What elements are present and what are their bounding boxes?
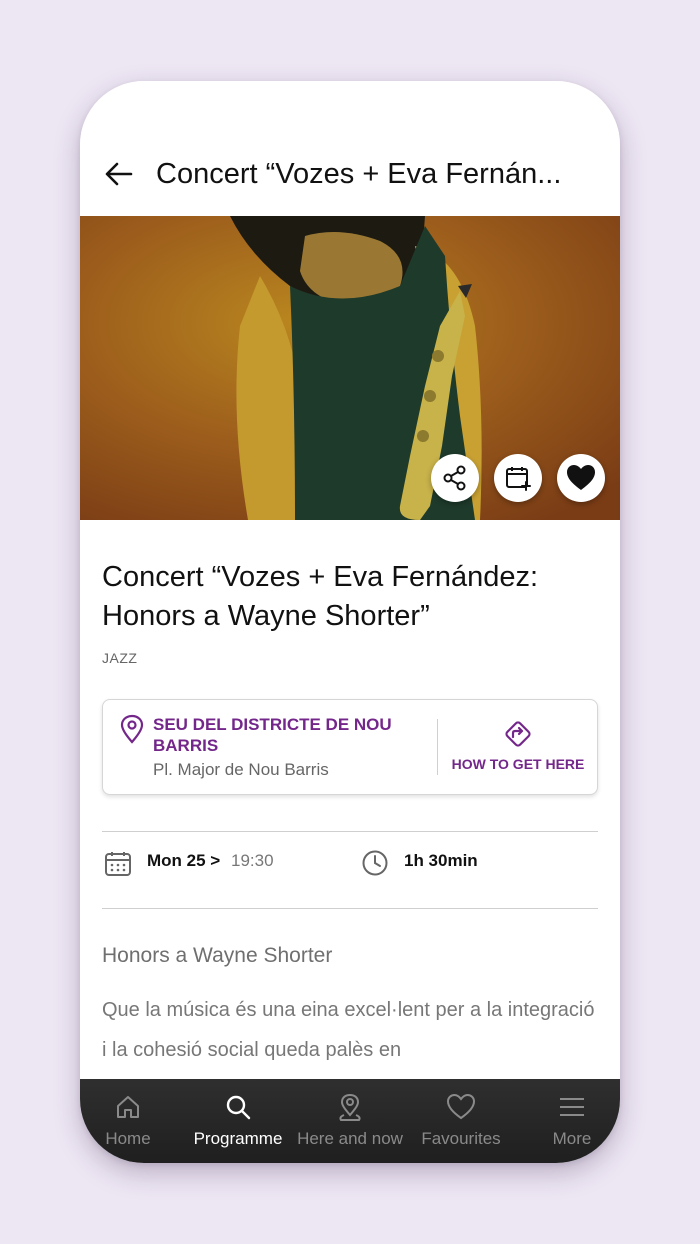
venue-card: SEU DEL DISTRICTE DE NOU BARRIS Pl. Majo… <box>102 699 598 795</box>
event-category: JAZZ <box>102 650 138 666</box>
favourite-button[interactable] <box>557 454 605 502</box>
description-subtitle: Honors a Wayne Shorter <box>102 944 333 967</box>
divider <box>102 908 598 909</box>
nav-item-more[interactable]: More <box>524 1079 620 1163</box>
directions-icon <box>505 721 531 747</box>
how-to-get-here-label: HOW TO GET HERE <box>451 756 585 772</box>
description-text: Que la música és una eina excel·lent per… <box>102 999 595 1061</box>
venue-name-line1: SEU DEL DISTRICTE DE NOU <box>153 715 392 734</box>
share-button[interactable] <box>431 454 479 502</box>
phone-frame: Concert “Vozes + Eva Fernán... Concert “… <box>80 81 620 1163</box>
event-title-line1: Concert “Vozes + Eva Fernández: <box>102 561 539 593</box>
bottom-navigation: Home Programme Here and now Favourites M… <box>80 1079 620 1163</box>
venue-name-line2: BARRIS <box>153 736 219 755</box>
calendar-icon <box>105 852 131 876</box>
event-title: Concert “Vozes + Eva Fernández: Honors a… <box>102 558 592 636</box>
heart-filled-icon <box>567 465 595 490</box>
menu-icon <box>560 1098 584 1116</box>
nav-label-here-and-now: Here and now <box>297 1129 403 1148</box>
nav-label-more: More <box>552 1129 592 1148</box>
clock-icon <box>362 850 388 876</box>
top-app-bar: Concert “Vozes + Eva Fernán... <box>80 81 620 216</box>
event-title-line2: Honors a Wayne Shorter” <box>102 600 430 632</box>
location-pin-icon <box>120 714 144 744</box>
nav-item-programme[interactable]: Programme <box>186 1079 290 1163</box>
venue-divider <box>437 719 438 775</box>
back-button[interactable] <box>102 157 136 191</box>
venue-address: Pl. Major de Nou Barris <box>153 760 329 779</box>
event-hero-image <box>80 216 620 520</box>
nav-label-home: Home <box>105 1129 151 1148</box>
how-to-get-here-button[interactable]: HOW TO GET HERE <box>439 700 597 794</box>
location-icon <box>339 1093 361 1121</box>
calendar-add-icon <box>506 467 531 491</box>
venue-name[interactable]: SEU DEL DISTRICTE DE NOU BARRIS <box>153 714 423 756</box>
add-to-calendar-button[interactable] <box>494 454 542 502</box>
nav-item-favourites[interactable]: Favourites <box>412 1079 510 1163</box>
nav-item-home[interactable]: Home <box>80 1079 176 1163</box>
event-duration: 1h 30min <box>404 851 478 870</box>
nav-label-favourites: Favourites <box>421 1129 501 1148</box>
event-time: 19:30 <box>231 851 274 870</box>
home-icon <box>117 1096 139 1118</box>
heart-icon <box>446 1093 476 1120</box>
arrow-left-icon <box>105 162 133 186</box>
screen-title: Concert “Vozes + Eva Fernán... <box>156 158 562 190</box>
divider <box>102 831 598 832</box>
event-date[interactable]: Mon 25 > <box>147 851 220 871</box>
search-icon <box>226 1095 251 1120</box>
nav-label-programme: Programme <box>193 1129 283 1148</box>
share-icon <box>443 465 466 491</box>
nav-item-here-and-now[interactable]: Here and now <box>292 1079 408 1163</box>
